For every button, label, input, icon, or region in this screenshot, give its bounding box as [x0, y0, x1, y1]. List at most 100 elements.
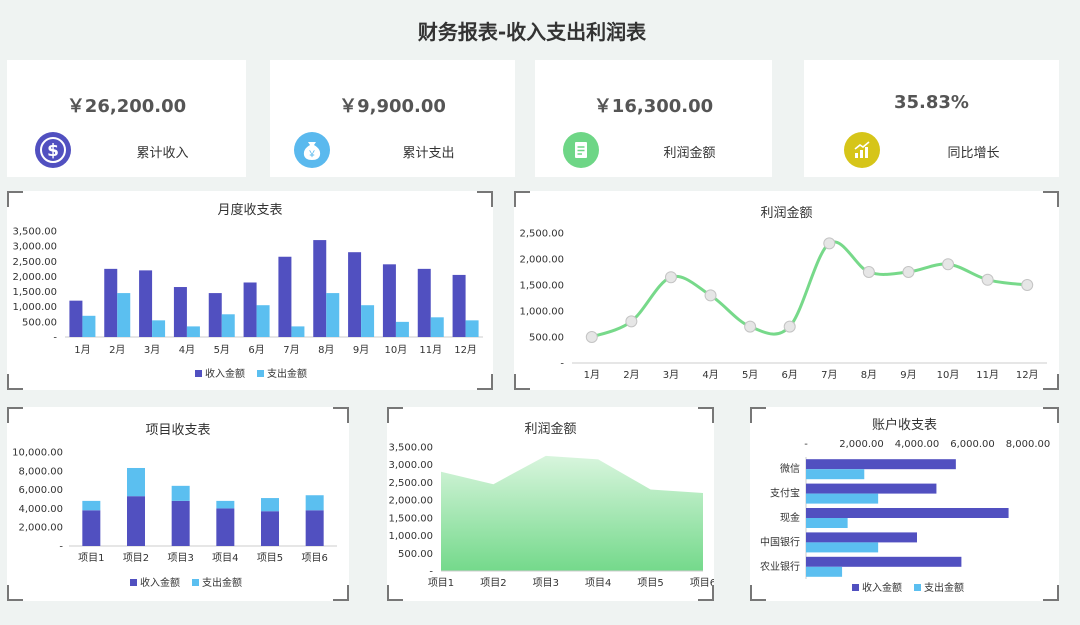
- bar: [326, 293, 340, 337]
- x-tick-label: 8,000.00: [1006, 439, 1051, 450]
- legend-swatch: [195, 370, 202, 377]
- bar: [806, 518, 848, 528]
- y-tick-label: 500.00: [529, 333, 564, 344]
- profit-area: [441, 455, 703, 571]
- y-tick-label: 中国银行: [760, 535, 800, 548]
- x-tick-label: 4月: [179, 344, 195, 356]
- dollar-icon: $: [35, 132, 71, 168]
- x-tick-label: 6,000.00: [950, 439, 995, 450]
- bar: [117, 293, 131, 337]
- x-tick-label: 1月: [74, 344, 90, 356]
- bar: [139, 270, 153, 337]
- bar-segment: [261, 511, 279, 546]
- kpi-value: ￥16,300.00: [593, 96, 714, 117]
- kpi-label: 同比增长: [947, 146, 1000, 161]
- bar-segment: [216, 500, 235, 509]
- kpi-card-profit: ￥16,300.00 利润金额: [535, 60, 772, 177]
- chart-title: 账户收支表: [871, 418, 937, 433]
- account-chart-panel: - 2,000.00 4,000.00 6,000.00 8,000.00 微信 支付宝 现金…: [750, 407, 1059, 601]
- data-point: [823, 237, 836, 250]
- x-tick-label: 9月: [900, 369, 916, 381]
- chart-title: 月度收支表: [217, 203, 283, 218]
- money-bag-icon: ￥: [294, 132, 330, 168]
- bar: [152, 320, 166, 337]
- x-tick-label: 8月: [318, 344, 334, 356]
- bar: [208, 293, 222, 337]
- y-tick-label: 1,000.00: [12, 302, 57, 313]
- x-tick-label: 11月: [419, 344, 442, 356]
- x-tick-label: 7月: [821, 369, 837, 381]
- bar-segment: [216, 508, 235, 546]
- x-tick-label: 12月: [454, 344, 477, 356]
- x-tick-label: 4月: [702, 369, 718, 381]
- y-tick-label: 3,500.00: [12, 227, 57, 238]
- y-tick-label: 2,000.00: [519, 255, 564, 266]
- y-tick-label: 1,000.00: [519, 307, 564, 318]
- x-tick-label: 10月: [385, 344, 408, 356]
- y-tick-label: 3,000.00: [388, 460, 433, 471]
- bar: [806, 532, 917, 543]
- y-tick-label: 3,000.00: [12, 242, 57, 253]
- x-tick-label: 项目6: [301, 552, 327, 564]
- data-point: [783, 320, 796, 333]
- y-tick-label: 1,500.00: [519, 281, 564, 292]
- profit-area-chart-panel: - 500.00 1,000.00 1,500.00 2,000.00 2,500.00 3…: [387, 407, 714, 601]
- data-point: [862, 266, 875, 278]
- bar: [806, 469, 865, 480]
- bar: [173, 287, 187, 337]
- x-tick-label: 2,000.00: [839, 439, 884, 450]
- bar-segment: [305, 495, 324, 511]
- y-tick-label: -: [429, 567, 433, 578]
- y-tick-label: 2,500.00: [388, 478, 433, 489]
- data-point: [585, 331, 598, 343]
- bar: [278, 256, 292, 337]
- data-point: [625, 315, 638, 328]
- y-tick-label: 3,500.00: [388, 443, 433, 454]
- page-title: 财务报表-收入支出利润表: [417, 20, 647, 44]
- legend-label: 支出金额: [267, 367, 307, 380]
- bar: [243, 282, 257, 337]
- y-tick-label: 微信: [780, 462, 800, 475]
- svg-text:$: $: [47, 141, 59, 161]
- x-tick-label: 项目2: [480, 577, 506, 589]
- x-tick-label: 5月: [742, 369, 758, 381]
- x-tick-label: 项目5: [637, 577, 663, 589]
- y-tick-label: 8,000.00: [18, 466, 63, 477]
- legend-swatch: [130, 579, 137, 586]
- bar: [291, 326, 305, 337]
- x-tick-label: 项目3: [533, 577, 559, 589]
- x-tick-label: 8月: [861, 369, 877, 381]
- bar: [430, 317, 444, 337]
- document-icon: [563, 132, 599, 168]
- legend-label: 支出金额: [924, 581, 964, 594]
- x-tick-label: 12月: [1016, 369, 1039, 381]
- x-tick-label: 项目4: [212, 552, 238, 564]
- bar: [69, 300, 83, 337]
- kpi-value: 35.83%: [894, 92, 969, 113]
- kpi-label: 累计收入: [136, 146, 189, 161]
- bar-segment: [127, 467, 145, 497]
- bar: [313, 240, 327, 337]
- y-tick-label: 10,000.00: [12, 448, 63, 459]
- bar: [806, 542, 879, 553]
- y-tick-label: 2,500.00: [519, 229, 564, 240]
- bar: [465, 320, 479, 337]
- monthly-chart-panel: - 500.00 1,000.00 1,500.00 2,000.00 2,500.00 3…: [7, 191, 493, 390]
- y-tick-label: 1,000.00: [388, 531, 433, 542]
- x-tick-label: -: [804, 439, 808, 450]
- x-tick-label: 1月: [584, 369, 600, 381]
- kpi-label: 利润金额: [663, 146, 716, 161]
- bar: [82, 315, 96, 337]
- profit-line-chart-panel: - 500.00 1,000.00 1,500.00 2,000.00 2,500.00 1…: [514, 191, 1059, 390]
- kpi-value: ￥26,200.00: [66, 96, 187, 117]
- x-tick-label: 3月: [663, 369, 679, 381]
- x-tick-label: 6月: [248, 344, 264, 356]
- bar: [104, 268, 118, 337]
- bar: [806, 493, 879, 504]
- bar: [256, 305, 270, 337]
- project-chart-panel: - 2,000.00 4,000.00 6,000.00 8,000.00 10,000.…: [7, 407, 349, 601]
- x-tick-label: 3月: [144, 344, 160, 356]
- legend-label: 支出金额: [202, 576, 242, 589]
- legend-swatch: [914, 584, 921, 591]
- y-tick-label: -: [53, 333, 57, 344]
